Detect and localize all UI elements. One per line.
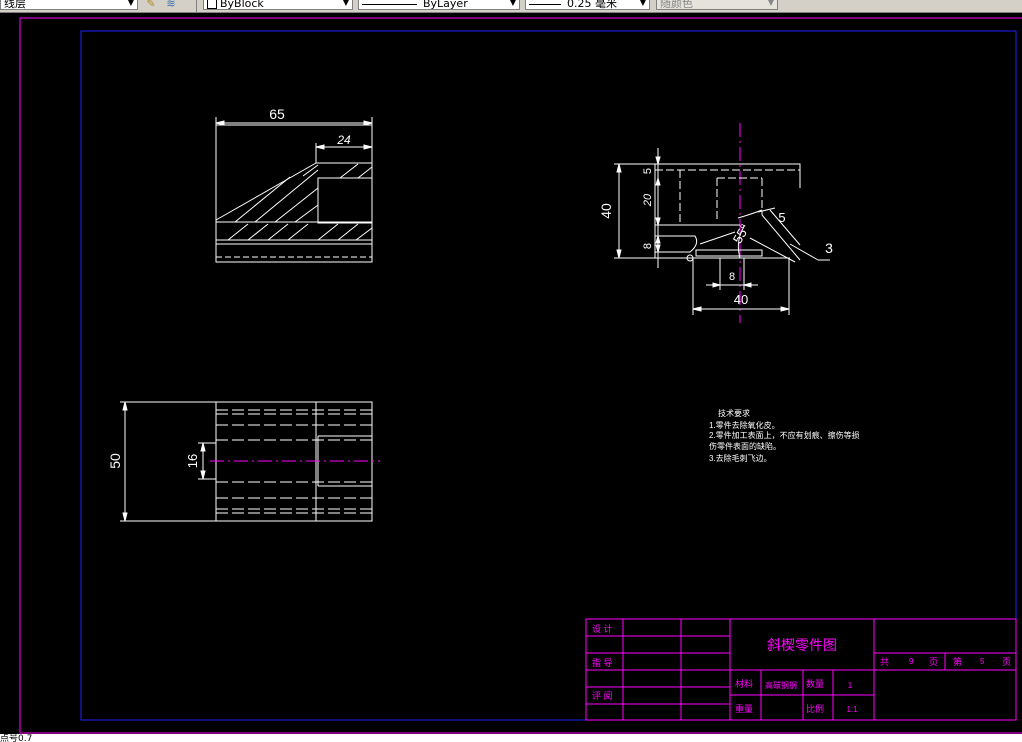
material-value: 高碳钢钢 xyxy=(765,680,797,690)
tech-notes-heading: 技术要求 xyxy=(718,408,750,418)
sheet-label: 第 xyxy=(953,656,962,667)
title-block xyxy=(585,618,1017,721)
status-bar: 点号0.7 xyxy=(0,734,1022,742)
drawing-title: 斜楔零件图 xyxy=(767,637,837,653)
angle-arc xyxy=(737,209,763,219)
outer-border xyxy=(19,17,1022,734)
page-unit-2: 页 xyxy=(1002,657,1011,667)
incline-line xyxy=(215,162,317,221)
dim-40h-label: 40 xyxy=(734,292,748,307)
quantity-label: 数量 xyxy=(806,678,824,689)
inner-border xyxy=(80,30,1017,721)
total-label: 共 xyxy=(880,657,889,667)
dim-40v-label: 40 xyxy=(598,203,614,219)
dim-24-label: 24 xyxy=(336,133,351,147)
technical-notes: 技术要求 1.零件去除氧化皮。 2.零件加工表面上，不应有划痕、擦伤等损 伤零件… xyxy=(709,408,860,463)
lower-lip xyxy=(655,235,698,253)
weight-label: 重量 xyxy=(735,703,753,714)
guide-label: 指 导 xyxy=(592,657,613,668)
tech-note-line: 1.零件去除氧化皮。 xyxy=(709,420,780,430)
leader-line xyxy=(757,207,776,213)
top-view xyxy=(120,401,380,522)
dim-8h-label: 8 xyxy=(729,271,735,283)
drawing-canvas[interactable]: 65 24 50 16 40 5 20 8 55° 5 3 8 40 技术要求 … xyxy=(0,0,1022,742)
base-foot xyxy=(695,249,763,257)
dim-8v-label: 8 xyxy=(642,243,654,249)
scale-value: 1:1 xyxy=(846,705,858,714)
review-label: 评 阅 xyxy=(592,691,613,701)
design-label: 设 计 xyxy=(592,623,613,634)
total-value: 9 xyxy=(909,657,914,666)
status-text: 点号0.7 xyxy=(0,734,33,742)
dim-5-chamfer-label: 5 xyxy=(778,210,785,225)
leader-line xyxy=(789,243,819,261)
dim-20-label: 20 xyxy=(642,193,654,207)
tech-note-line: 3.去除毛刺飞边。 xyxy=(709,453,772,463)
slot-outline xyxy=(317,177,373,224)
tech-note-line: 伤零件表面的缺陷。 xyxy=(709,441,781,451)
title-block-text: 设 计 指 导 评 阅 斜楔零件图 材料 高碳钢钢 数量 1 重量 比例 1:1… xyxy=(592,623,1011,714)
scale-label: 比例 xyxy=(806,703,824,714)
sheet-value: 5 xyxy=(980,657,985,666)
material-label: 材料 xyxy=(735,678,753,689)
dim-16-label: 16 xyxy=(185,454,200,468)
dim-50-label: 50 xyxy=(107,453,123,469)
tech-note-line: 2.零件加工表面上，不应有划痕、擦伤等损 xyxy=(709,430,860,440)
dim-65-label: 65 xyxy=(269,106,285,122)
side-view xyxy=(614,123,830,323)
dim-5-label: 5 xyxy=(642,168,654,174)
top-edge xyxy=(655,163,801,188)
dim-3-label: 3 xyxy=(825,240,833,256)
quantity-value: 1 xyxy=(848,681,853,690)
page-unit-1: 页 xyxy=(929,657,938,667)
hatch xyxy=(227,163,373,241)
